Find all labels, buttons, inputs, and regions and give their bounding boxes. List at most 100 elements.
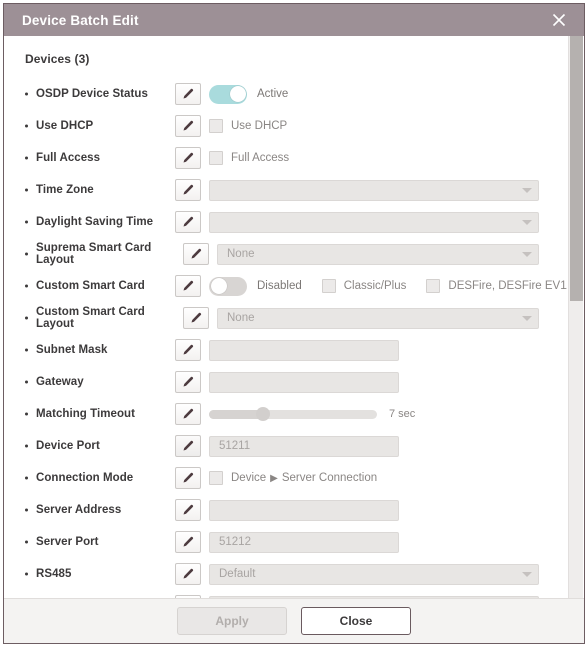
connection-mode-checkbox[interactable] [209, 471, 223, 485]
toggle-knob [229, 86, 246, 102]
field-label: Matching Timeout [25, 408, 175, 420]
select-value: None [227, 248, 255, 260]
close-icon[interactable] [548, 9, 570, 31]
pencil-icon[interactable] [175, 563, 201, 585]
field-row: Custom Smart Card Disabled Classic/Plus [4, 270, 567, 302]
time-zone-select[interactable] [209, 179, 539, 201]
section-title: Devices (3) [25, 52, 90, 66]
field-label: Daylight Saving Time [25, 216, 175, 228]
checkbox-label-left: Device [231, 472, 267, 484]
field-row: Matching Timeout 7 sec [4, 398, 567, 430]
classic-plus-checkbox[interactable] [321, 279, 336, 293]
field-label: Gateway [25, 376, 175, 388]
arrow-right-icon: ▶ [270, 472, 278, 484]
field-label: Connection Mode [25, 472, 175, 484]
subnet-mask-input[interactable] [209, 339, 399, 361]
pencil-icon[interactable] [175, 275, 201, 297]
next-select[interactable] [209, 595, 539, 598]
pencil-icon[interactable] [175, 339, 201, 361]
pencil-icon[interactable] [175, 179, 201, 201]
field-control [175, 211, 567, 233]
slider-fill [209, 409, 263, 419]
pencil-icon[interactable] [175, 115, 201, 137]
cb-group: DESFire, DESFire EV1/EV2/EV3 [426, 279, 567, 293]
gateway-input[interactable] [209, 371, 399, 393]
full-access-checkbox[interactable] [209, 151, 223, 165]
cb-group: Use DHCP [209, 119, 287, 133]
pencil-icon[interactable] [175, 435, 201, 457]
chevron-down-icon [522, 187, 532, 193]
pencil-icon[interactable] [175, 211, 201, 233]
field-row: Server Port 51212 [4, 526, 567, 558]
field-label: OSDP Device Status [25, 88, 175, 100]
slider-handle[interactable] [255, 407, 270, 421]
daylight-saving-time-select[interactable] [209, 211, 539, 233]
checkbox-label: Full Access [231, 152, 290, 164]
scrollbar-track[interactable] [568, 36, 583, 598]
chevron-down-icon [522, 571, 532, 577]
apply-button[interactable]: Apply [177, 607, 287, 635]
field-control: None [183, 243, 567, 265]
cb-group: Full Access [209, 151, 289, 165]
toggle-knob [210, 278, 227, 294]
field-row: Connection Mode Device ▶ Server Connecti… [4, 462, 567, 494]
slider-value-label: 7 sec [389, 408, 416, 420]
field-label: Use DHCP [25, 120, 175, 132]
field-control [175, 499, 567, 521]
pencil-icon[interactable] [175, 499, 201, 521]
field-row: Full Access Full Access [4, 142, 567, 174]
field-control [175, 339, 567, 361]
field-row: Server Address [4, 494, 567, 526]
field-row: Time Zone [4, 174, 567, 206]
field-label: Server Port [25, 536, 175, 548]
pencil-icon[interactable] [175, 147, 201, 169]
checkbox-label: Classic/Plus [343, 280, 407, 292]
scroll-region: Devices (3) OSDP Device Status Active Us… [4, 36, 567, 598]
server-address-input[interactable] [209, 499, 399, 521]
field-control: Active [175, 83, 567, 105]
field-row: Suprema Smart Card Layout None [4, 238, 567, 270]
field-control [175, 371, 567, 393]
field-control: Device ▶ Server Connection [175, 467, 567, 489]
field-control: 51212 [175, 531, 567, 553]
toggle-state-label: Disabled [257, 280, 302, 292]
pencil-icon[interactable] [175, 83, 201, 105]
slider-wrap: 7 sec [209, 407, 416, 421]
pencil-icon[interactable] [175, 595, 201, 598]
checkbox-label: DESFire, DESFire EV1/EV2/EV3 [448, 280, 567, 292]
field-label: Full Access [25, 152, 175, 164]
server-port-input[interactable]: 51212 [209, 531, 399, 553]
close-button[interactable]: Close [301, 607, 411, 635]
pencil-icon[interactable] [175, 467, 201, 489]
matching-timeout-slider[interactable] [209, 407, 377, 421]
pencil-icon[interactable] [175, 531, 201, 553]
rs485-select[interactable]: Default [209, 563, 539, 585]
select-value: None [227, 312, 255, 324]
field-control [175, 179, 567, 201]
pencil-icon[interactable] [175, 403, 201, 425]
custom-smart-card-layout-select[interactable]: None [217, 307, 539, 329]
chevron-down-icon [522, 251, 532, 257]
dialog-body: Devices (3) OSDP Device Status Active Us… [4, 36, 584, 598]
checkbox-label: Use DHCP [231, 120, 288, 132]
field-control: Use DHCP [175, 115, 567, 137]
pencil-icon[interactable] [183, 243, 209, 265]
desfire-checkbox[interactable] [426, 279, 441, 293]
custom-smart-card-toggle[interactable] [209, 276, 247, 296]
field-row-partial [4, 590, 567, 598]
pencil-icon[interactable] [175, 371, 201, 393]
suprema-smart-card-layout-select[interactable]: None [217, 243, 539, 265]
device-port-input[interactable]: 51211 [209, 435, 399, 457]
field-control: Full Access [175, 147, 567, 169]
dialog-titlebar: Device Batch Edit [4, 4, 584, 36]
pencil-icon[interactable] [183, 307, 209, 329]
cb-group: Classic/Plus [321, 279, 407, 293]
use-dhcp-checkbox[interactable] [209, 119, 223, 133]
input-value: 51212 [219, 536, 251, 548]
osdp-device-status-toggle[interactable] [209, 84, 247, 104]
field-label: Time Zone [25, 184, 175, 196]
chevron-down-icon [522, 219, 532, 225]
select-value: Default [219, 568, 256, 580]
scrollbar-thumb[interactable] [570, 36, 583, 301]
field-row: Device Port 51211 [4, 430, 567, 462]
